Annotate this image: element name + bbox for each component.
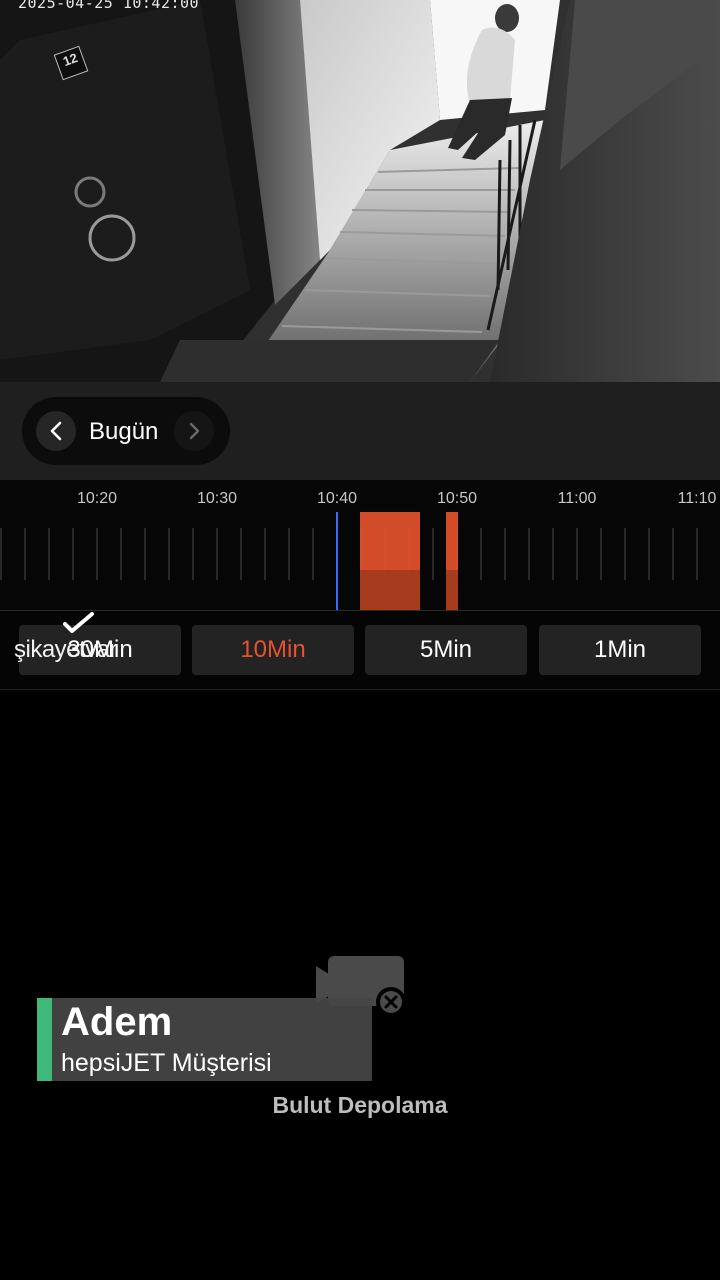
timeline-tick-label: 11:10: [677, 490, 717, 507]
timeline-tick-label: 10:50: [436, 490, 478, 507]
camera-feed[interactable]: 2025-04-25 10:42:00 12: [0, 0, 720, 382]
chevron-right-icon: [189, 422, 200, 440]
playback-timeline[interactable]: 10:20 10:30 10:40 10:50 11:00 11:10: [0, 480, 720, 611]
timeline-tick-label: 10:20: [76, 490, 118, 507]
zoom-5min-button[interactable]: 5Min: [365, 625, 527, 675]
watermark-text: şikayetvar: [14, 636, 118, 663]
next-day-button[interactable]: [174, 411, 214, 451]
watermark-check-icon: [63, 612, 94, 633]
date-label: Bugün: [89, 418, 159, 445]
camera-timestamp: 2025-04-25 10:42:00: [18, 0, 200, 12]
previous-day-button[interactable]: [36, 411, 76, 451]
timeline-tick-label: 10:30: [196, 490, 238, 507]
date-navigation-bar: Bugün: [0, 382, 720, 480]
caption-name: Adem: [61, 1000, 173, 1044]
timeline-tick-label: 11:00: [557, 490, 597, 507]
recorded-segment-shade: [446, 570, 458, 610]
date-selector: Bugün: [22, 397, 230, 465]
timeline-tick-label: 10:40: [316, 490, 358, 507]
customer-caption: Adem hepsiJET Müşterisi: [37, 998, 372, 1081]
caption-accent-bar: [37, 998, 52, 1081]
recorded-segment-shade: [360, 570, 420, 610]
zoom-10min-button[interactable]: 10Min: [192, 625, 354, 675]
cloud-storage-label[interactable]: Bulut Depolama: [0, 1092, 720, 1119]
caption-subtitle: hepsiJET Müşterisi: [61, 1049, 272, 1077]
camera-image: [0, 0, 720, 382]
timeline-track[interactable]: [0, 510, 720, 610]
chevron-left-icon: [50, 421, 62, 441]
zoom-1min-button[interactable]: 1Min: [539, 625, 701, 675]
